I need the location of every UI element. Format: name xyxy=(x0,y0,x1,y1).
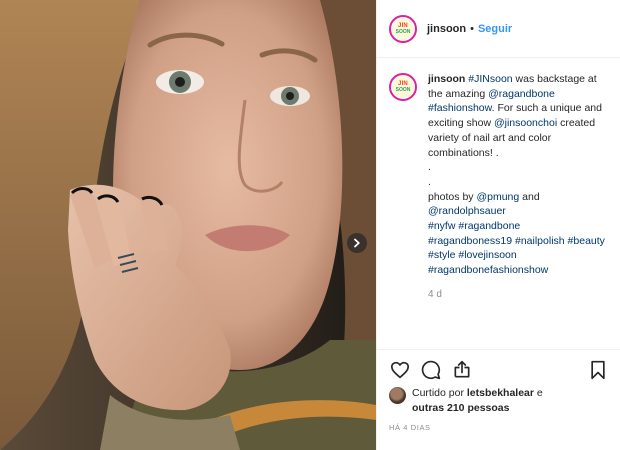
comment-button[interactable] xyxy=(420,359,442,381)
header-username[interactable]: jinsoon xyxy=(427,23,466,35)
likes-others-link[interactable]: outras 210 pessoas xyxy=(412,402,509,414)
post-side-panel: JIN SOON jinsoon • Seguir JIN SOON jinso… xyxy=(376,0,620,450)
hashtag-fashionshow[interactable]: #fashionshow xyxy=(428,102,492,114)
liker-avatar[interactable] xyxy=(389,387,406,404)
logo-text-bottom: SOON xyxy=(395,28,411,35)
save-button[interactable] xyxy=(587,359,609,381)
bookmark-icon xyxy=(591,360,605,379)
hashtag-lovejinsoon[interactable]: #lovejinsoon xyxy=(458,249,516,261)
hashtag-style[interactable]: #style xyxy=(428,249,455,261)
caption-dot-1: . xyxy=(428,161,431,174)
share-icon xyxy=(454,360,470,377)
follow-button[interactable]: Seguir xyxy=(478,23,512,35)
post-header: JIN SOON jinsoon • Seguir xyxy=(377,0,620,58)
caption-dot-2: . xyxy=(428,175,431,188)
heart-icon xyxy=(391,361,409,378)
post-image xyxy=(0,0,376,450)
likes-text: Curtido por letsbekhalear e outras 210 p… xyxy=(412,386,543,416)
share-button[interactable] xyxy=(451,359,473,381)
mention-randolphsauer[interactable]: @randolphsauer xyxy=(428,205,506,217)
like-button[interactable] xyxy=(389,359,411,381)
post-photo[interactable] xyxy=(0,0,376,450)
mention-pmung[interactable]: @pmung xyxy=(476,191,519,203)
mention-ragandbone[interactable]: @ragandbone xyxy=(488,88,555,100)
hashtag-jinsoon[interactable]: #JINsoon xyxy=(468,73,512,85)
caption-avatar[interactable]: JIN SOON xyxy=(389,73,417,101)
next-photo-button[interactable] xyxy=(347,233,367,253)
post-caption: JIN SOON jinsoon #JINsoon was backstage … xyxy=(377,58,620,350)
comment-icon xyxy=(421,360,441,379)
hashtag-ragandbone[interactable]: #ragandbone xyxy=(458,220,520,232)
hashtag-nyfw[interactable]: #nyfw xyxy=(428,220,455,232)
post-date[interactable]: HÁ 4 DIAS xyxy=(389,423,431,432)
action-bar xyxy=(377,349,620,389)
hashtag-ragandboness19[interactable]: #ragandboness19 xyxy=(428,235,512,247)
likes-and: e xyxy=(533,387,543,399)
profile-avatar[interactable]: JIN SOON xyxy=(389,14,417,43)
liker-username[interactable]: letsbekhalear xyxy=(467,387,534,399)
caption-text: jinsoon #JINsoon was backstage at the am… xyxy=(428,72,610,350)
caption-timestamp[interactable]: 4 d xyxy=(428,288,610,303)
hashtag-nailpolish[interactable]: #nailpolish xyxy=(515,235,565,247)
jinsoon-logo: JIN SOON xyxy=(392,17,414,40)
jinsoon-logo: JIN SOON xyxy=(392,76,414,98)
header-separator: • xyxy=(470,22,474,35)
photos-by-text: photos by xyxy=(428,190,477,203)
and-text: and xyxy=(519,190,540,203)
caption-username[interactable]: jinsoon xyxy=(428,73,465,85)
mention-jinsoonchoi[interactable]: @jinsoonchoi xyxy=(494,117,557,129)
hashtag-ragandbonefashionshow[interactable]: #ragandbonefashionshow xyxy=(428,264,548,276)
chevron-right-icon xyxy=(354,238,360,248)
liked-by-prefix: Curtido por xyxy=(412,387,467,399)
likes-summary: Curtido por letsbekhalear e outras 210 p… xyxy=(389,386,543,416)
hashtag-beauty[interactable]: #beauty xyxy=(568,235,605,247)
logo-text-bottom: SOON xyxy=(395,87,411,93)
